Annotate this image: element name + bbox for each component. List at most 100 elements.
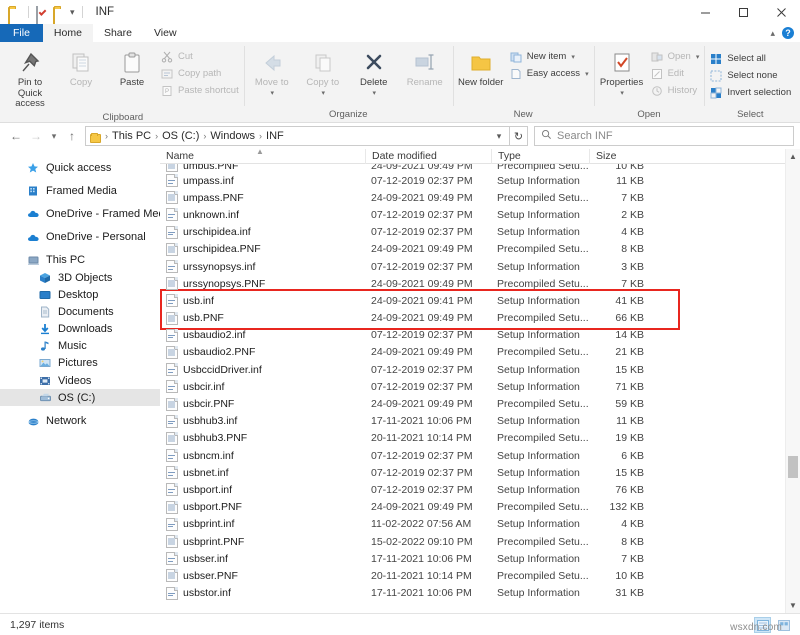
table-row[interactable]: usb.PNF 24-09-2021 09:49 PM Precompiled Se… [160,310,785,327]
column-header-size[interactable]: Size [589,148,654,164]
new-item-dropdown-icon[interactable]: ▾ [571,53,575,61]
scroll-down-icon[interactable]: ▼ [786,598,800,613]
maximize-button[interactable] [724,0,762,24]
back-button[interactable]: ← [6,126,26,146]
close-button[interactable] [762,0,800,24]
table-row[interactable]: usbprint.inf 11-02-2022 07:56 AM Setup Inf… [160,516,785,533]
recent-locations-button[interactable]: ▾ [46,126,62,146]
table-row[interactable]: usbport.inf 07-12-2019 02:37 PM Setup Info… [160,481,785,498]
table-row[interactable]: usbcir.inf 07-12-2019 02:37 PM Setup Infor… [160,378,785,395]
qat-customize-caret-icon[interactable]: ▾ [70,7,75,17]
minimize-button[interactable] [686,0,724,24]
new-folder-button[interactable]: New folder [456,47,506,91]
table-row[interactable]: umpass.inf 07-12-2019 02:37 PM Setup Infor… [160,172,785,189]
move-to-dropdown-icon[interactable]: ▾ [270,90,274,98]
sidebar-item-documents[interactable]: Documents [0,303,160,320]
table-row[interactable]: urssynopsys.PNF 24-09-2021 09:49 PM Precom… [160,275,785,292]
qat-new-folder-icon[interactable] [53,6,66,26]
sidebar-item-quick-access[interactable]: Quick access [0,159,160,176]
copy-path-button[interactable]: Copy path [158,66,241,81]
column-header-type[interactable]: Type [491,148,589,164]
tab-share[interactable]: Share [93,24,143,42]
paste-shortcut-button[interactable]: P Paste shortcut [158,83,241,98]
edit-button[interactable]: Edit [648,66,702,81]
sidebar-item-music[interactable]: Music [0,338,160,355]
move-to-button[interactable]: Move to ▾ [247,47,297,99]
table-row[interactable]: urschipidea.inf 07-12-2019 02:37 PM Setup … [160,224,785,241]
sidebar-item-network[interactable]: Network [0,412,160,429]
table-row[interactable]: usbser.inf 17-11-2021 10:06 PM Setup Infor… [160,550,785,567]
column-header-date-modified[interactable]: Date modified [365,148,491,164]
table-row[interactable]: urssynopsys.inf 07-12-2019 02:37 PM Setup … [160,258,785,275]
table-row[interactable]: urschipidea.PNF 24-09-2021 09:49 PM Precom… [160,241,785,258]
select-none-button[interactable]: Select none [707,68,793,83]
table-row[interactable]: umpass.PNF 24-09-2021 09:49 PM Precompiled… [160,189,785,206]
paste-button[interactable]: Paste [107,47,157,91]
open-button[interactable]: Open ▾ [648,49,702,64]
easy-access-button[interactable]: Easy access ▾ [507,66,591,81]
scroll-up-icon[interactable]: ▲ [786,149,800,164]
table-row[interactable]: umbus.PNF 24-09-2021 09:49 PM Precompiled … [160,164,785,172]
sidebar-item-pictures[interactable]: Pictures [0,355,160,372]
chevron-up-icon[interactable]: ▴ [770,28,775,39]
invert-selection-button[interactable]: Invert selection [707,85,793,100]
pin-to-quick-access-button[interactable]: Pin to Quick access [5,47,55,112]
chevron-down-icon[interactable]: ▾ [491,131,507,142]
table-row[interactable]: unknown.inf 07-12-2019 02:37 PM Setup Info… [160,206,785,223]
tab-file[interactable]: File [0,24,43,42]
sidebar-item-onedrive-personal[interactable]: OneDrive - Personal [0,229,160,246]
qat-folder-icon[interactable] [8,6,21,26]
delete-button[interactable]: Delete ▾ [349,47,399,99]
sidebar-item-videos[interactable]: Videos [0,372,160,389]
vertical-scrollbar[interactable]: ▲ ▼ [785,149,800,613]
history-button[interactable]: History [648,83,702,98]
table-row[interactable]: usbhub3.inf 17-11-2021 10:06 PM Setup Info… [160,413,785,430]
sidebar-item-os-c[interactable]: OS (C:) [0,389,160,407]
column-header-name[interactable]: Name ▲ [160,147,365,164]
sidebar-item-3d-objects[interactable]: 3D Objects [0,269,160,286]
table-row[interactable]: usbaudio2.PNF 24-09-2021 09:49 PM Precompi… [160,344,785,361]
sidebar-item-desktop[interactable]: Desktop [0,286,160,303]
large-icons-view-button[interactable] [775,617,792,633]
sidebar-item-this-pc[interactable]: This PC [0,252,160,269]
forward-button[interactable]: → [26,126,46,146]
breadcrumb-windows[interactable]: Windows [207,130,258,142]
tab-view[interactable]: View [143,24,188,42]
tab-home[interactable]: Home [42,24,93,42]
breadcrumb-this-pc[interactable]: This PC [109,130,154,142]
properties-button[interactable]: Properties ▾ [597,47,647,99]
delete-dropdown-icon[interactable]: ▾ [372,90,376,98]
table-row[interactable]: usbser.PNF 20-11-2021 10:14 PM Precompiled… [160,567,785,584]
sidebar-item-onedrive-framed-media[interactable]: OneDrive - Framed Media [0,205,160,222]
scrollbar-thumb[interactable] [788,456,798,478]
refresh-button[interactable]: ↻ [510,126,528,146]
table-row[interactable]: usbaudio2.inf 07-12-2019 02:37 PM Setup In… [160,327,785,344]
copy-to-button[interactable]: Copy to ▾ [298,47,348,99]
copy-button[interactable]: Copy [56,47,106,91]
table-row[interactable]: usbstor.inf 17-11-2021 10:06 PM Setup Info… [160,585,785,602]
table-row[interactable]: usbnet.inf 07-12-2019 02:37 PM Setup Infor… [160,464,785,481]
breadcrumb-inf[interactable]: INF [263,130,287,142]
open-dropdown-icon[interactable]: ▾ [696,53,700,61]
rename-button[interactable]: Rename [400,47,450,91]
sidebar-item-downloads[interactable]: Downloads [0,321,160,338]
breadcrumb-bar[interactable]: › This PC › OS (C:) › Windows › INF ▾ [85,126,510,146]
search-box[interactable]: Search INF [534,126,794,146]
breadcrumb-os-c[interactable]: OS (C:) [159,130,202,142]
select-all-button[interactable]: Select all [707,51,793,66]
easy-access-dropdown-icon[interactable]: ▾ [585,70,589,78]
copy-to-dropdown-icon[interactable]: ▾ [321,90,325,98]
table-row[interactable]: usbport.PNF 24-09-2021 09:49 PM Precompile… [160,499,785,516]
search-input[interactable]: Search INF [557,130,613,142]
qat-properties-icon[interactable] [36,5,49,25]
details-view-button[interactable] [754,617,771,633]
help-icon[interactable]: ? [782,27,794,39]
cut-button[interactable]: Cut [158,49,241,64]
table-row[interactable]: usbcir.PNF 24-09-2021 09:49 PM Precompiled… [160,395,785,412]
properties-dropdown-icon[interactable]: ▾ [620,90,624,98]
table-row[interactable]: usbhub3.PNF 20-11-2021 10:14 PM Precompile… [160,430,785,447]
table-row[interactable]: UsbccidDriver.inf 07-12-2019 02:37 PM Setu… [160,361,785,378]
scrollbar-track[interactable] [786,164,800,598]
table-row[interactable]: usb.inf 24-09-2021 09:41 PM Setup Informat… [160,292,785,309]
up-button[interactable]: ↑ [62,126,82,146]
